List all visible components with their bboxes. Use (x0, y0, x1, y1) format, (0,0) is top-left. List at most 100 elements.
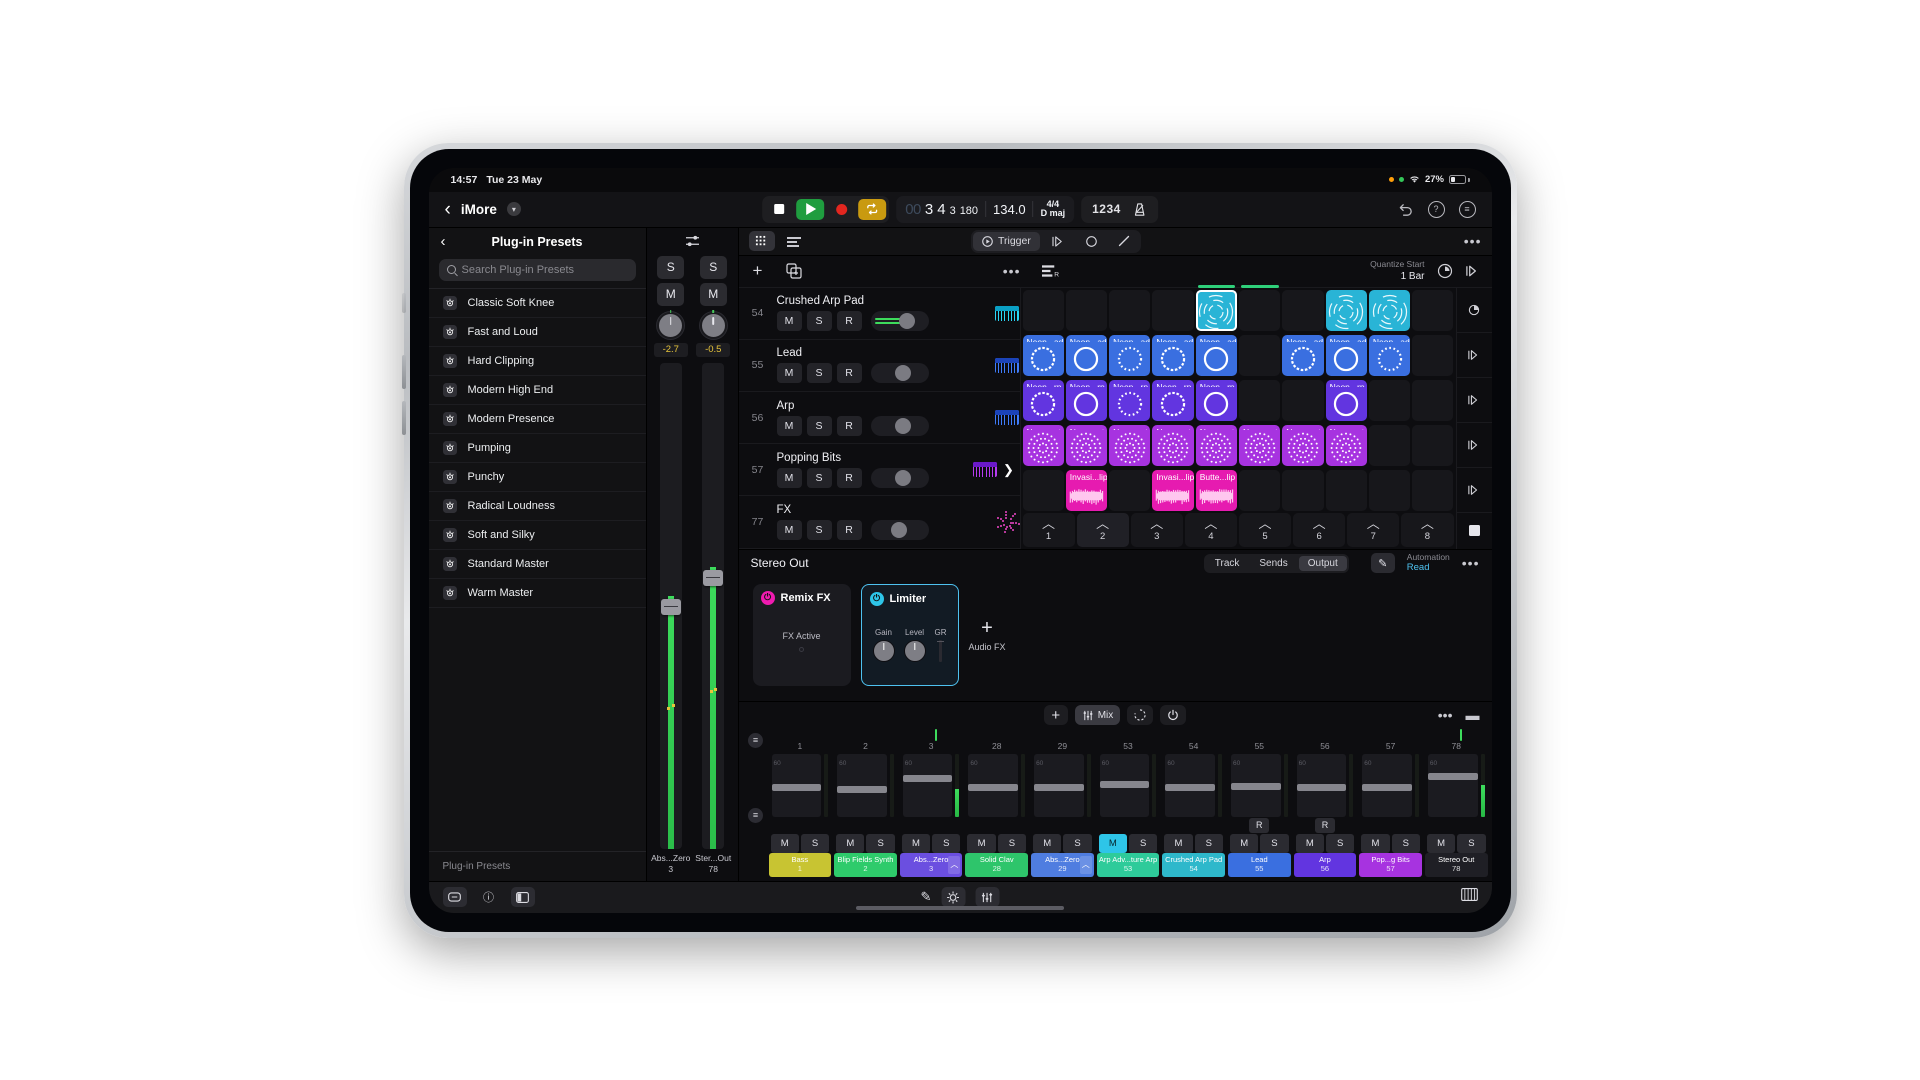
channel-expand-icon[interactable]: ︿ (1080, 856, 1092, 874)
loop-cell[interactable]: Neon...rp 06 (1196, 380, 1237, 421)
track-header[interactable]: 77 FX M S R (739, 496, 1020, 548)
loop-cell[interactable]: Butte...lip FX (1196, 470, 1237, 511)
channel-mute-button[interactable]: M (1164, 834, 1192, 853)
loop-cell[interactable]: Neon...at 03 (1109, 425, 1150, 466)
track-instrument-icon[interactable] (994, 306, 1020, 321)
power-button[interactable] (402, 293, 406, 313)
loop-cell[interactable]: Neon...at 08 (1326, 425, 1367, 466)
loop-cell[interactable]: Neon...ad 08 (1282, 335, 1323, 376)
loop-cell[interactable]: Invasi...lip FX (1152, 470, 1193, 511)
loop-cell[interactable]: Neon...rp 04 (1109, 380, 1150, 421)
channel-name-plate[interactable]: Solid Clav 28 (965, 853, 1028, 877)
preset-row[interactable]: Hard Clipping (429, 347, 646, 376)
scene-trigger[interactable]: ︿ 7 (1347, 513, 1399, 547)
track-solo-button[interactable]: S (807, 416, 832, 436)
preset-row[interactable]: Warm Master (429, 579, 646, 608)
cell-mode-icon-3[interactable] (1109, 232, 1139, 251)
empty-cell[interactable] (1109, 290, 1150, 331)
empty-cell[interactable] (1412, 470, 1453, 511)
loop-cell[interactable]: Neon...ad 06 (1196, 335, 1237, 376)
channel-solo-button[interactable]: S (1195, 834, 1223, 853)
loop-cell[interactable]: Neon...rp 03 (1066, 380, 1107, 421)
loop-cell[interactable]: Neon...rp 07 (1326, 380, 1367, 421)
channel-fader[interactable]: 60 (1294, 751, 1357, 817)
empty-cell[interactable] (1369, 425, 1410, 466)
channel-name-plate[interactable]: Pop...g Bits 57 (1359, 853, 1422, 877)
strip-gain-value[interactable]: -2.7 (654, 343, 688, 357)
track-instrument-icon[interactable] (972, 462, 998, 477)
scene-trigger[interactable]: ︿ 2 (1077, 513, 1129, 547)
track-instrument-icon[interactable] (994, 511, 1020, 533)
loop-cell[interactable]: Neon...at 07 (1282, 425, 1323, 466)
channel-fader[interactable]: 60 (900, 751, 963, 817)
channel-mute-button[interactable]: M (1099, 834, 1127, 853)
volume-down-button[interactable] (402, 401, 406, 435)
channel-name-plate[interactable]: Blip Fields Synth 2 (834, 853, 897, 877)
channel-solo-button[interactable]: S (1129, 834, 1157, 853)
list-view-button[interactable] (781, 231, 807, 251)
add-audio-fx-button[interactable]: + Audio FX (969, 618, 1006, 652)
limiter-knob[interactable]: Level (904, 628, 926, 662)
loop-cell[interactable]: Neon...ad 07 (1326, 335, 1367, 376)
play-all-icon[interactable] (1465, 264, 1482, 278)
track-more-button[interactable]: ••• (1003, 263, 1021, 279)
stop-button[interactable] (765, 199, 793, 220)
channel-solo-button[interactable]: S (801, 834, 829, 853)
channel-solo-button[interactable]: S (1392, 834, 1420, 853)
strip-solo-button[interactable]: S (657, 256, 684, 279)
channel-name-plate[interactable]: Abs...Zero 29 ︿ (1031, 853, 1094, 877)
channel-fader[interactable]: 60 (965, 751, 1028, 817)
count-in-button[interactable]: 1234 (1092, 202, 1121, 216)
track-mute-button[interactable]: M (777, 520, 802, 540)
empty-cell[interactable] (1152, 290, 1193, 331)
lcd-display[interactable]: 00 3 4 3 180 134.0 4/4 D maj (896, 196, 1074, 223)
empty-cell[interactable] (1282, 290, 1323, 331)
channel-name-plate[interactable]: Lead 55 (1228, 853, 1291, 877)
automation-mode[interactable]: Automation Read (1407, 552, 1450, 575)
metronome-small-icon[interactable] (1437, 263, 1453, 279)
empty-cell[interactable] (1412, 425, 1453, 466)
empty-cell[interactable] (1412, 335, 1453, 376)
strip-solo-button[interactable]: S (700, 256, 727, 279)
track-volume-slider[interactable] (871, 468, 929, 488)
channel-record-button[interactable]: R (1249, 818, 1269, 833)
mixer-resize-handle[interactable]: ▬ (1466, 707, 1480, 723)
mixer-sliders-button[interactable]: Mix (1075, 705, 1121, 725)
channel-fader[interactable]: 60 (834, 751, 897, 817)
preset-row[interactable]: Punchy (429, 463, 646, 492)
channel-solo-button[interactable]: S (1326, 834, 1354, 853)
channel-solo-button[interactable]: S (998, 834, 1026, 853)
preset-row[interactable]: Fast and Loud (429, 318, 646, 347)
empty-cell[interactable] (1239, 470, 1280, 511)
cell-mode-icon-1[interactable] (1043, 232, 1074, 251)
strip-mute-button[interactable]: M (700, 283, 727, 306)
track-solo-button[interactable]: S (807, 468, 832, 488)
channel-fader[interactable]: 60 (769, 751, 832, 817)
empty-cell[interactable] (1239, 290, 1280, 331)
track-record-button[interactable]: R (837, 468, 862, 488)
channel-name-plate[interactable]: Crushed Arp Pad 54 (1162, 853, 1225, 877)
empty-cell[interactable] (1109, 470, 1150, 511)
channel-fader[interactable]: 60 (1228, 751, 1291, 817)
row-play-button[interactable] (1457, 423, 1492, 468)
track-header[interactable]: 54 Crushed Arp Pad M S R (739, 288, 1020, 340)
pencil-icon[interactable]: ✎ (921, 889, 932, 905)
loop-cell[interactable]: Neon...ad 01 (1023, 335, 1064, 376)
loop-cell[interactable]: Neon...ad 09 (1369, 335, 1410, 376)
track-instrument-icon[interactable] (994, 358, 1020, 373)
loop-cell[interactable]: Neon...at 01 (1023, 425, 1064, 466)
channel-fader[interactable]: 60 (1359, 751, 1422, 817)
loop-cell[interactable]: Neon...rp 05 (1152, 380, 1193, 421)
info-icon[interactable]: ⓘ (477, 887, 501, 907)
sidebar-back-button[interactable]: ‹ (441, 233, 446, 250)
channel-record-button[interactable]: R (1315, 818, 1335, 833)
duplicate-track-icon[interactable] (786, 263, 802, 279)
empty-cell[interactable] (1023, 290, 1064, 331)
empty-cell[interactable] (1412, 290, 1453, 331)
loop-cell[interactable]: Invasi...lip FX (1066, 470, 1107, 511)
cell-mode-icon-2[interactable] (1077, 232, 1106, 251)
channel-solo-button[interactable]: S (932, 834, 960, 853)
metronome-icon[interactable] (1132, 202, 1147, 217)
empty-cell[interactable] (1282, 380, 1323, 421)
cycle-button[interactable] (858, 199, 886, 220)
